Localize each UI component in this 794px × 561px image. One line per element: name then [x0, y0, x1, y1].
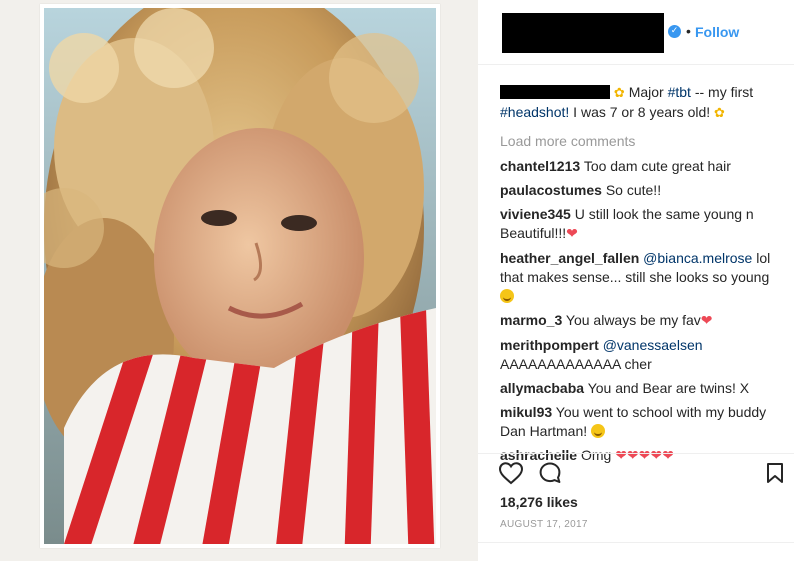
comment-username[interactable]: paulacostumes	[500, 182, 602, 198]
post-caption: ✿ Major #tbt -- my first #headshot! I wa…	[500, 83, 782, 123]
comment: merithpompert @vanessaelsen AAAAAAAAAAAA…	[500, 336, 782, 374]
separator-dot: •	[686, 23, 691, 39]
heart-icon: ❤	[650, 448, 663, 464]
comments-list: ✿ Major #tbt -- my first #headshot! I wa…	[500, 83, 782, 471]
comment: allymacbaba You and Bear are twins! X	[500, 379, 782, 398]
comment-bubble-icon[interactable]	[538, 461, 562, 485]
comment-username[interactable]: marmo_3	[500, 312, 562, 328]
comment-username[interactable]: merithpompert	[500, 337, 599, 353]
post-date: AUGUST 17, 2017	[500, 519, 588, 530]
smiley-emoji-icon	[591, 424, 606, 438]
header-divider	[478, 64, 794, 65]
comment-text: AAAAAAAAAAAAA cher	[500, 356, 652, 372]
comment: viviene345 U still look the same young n…	[500, 205, 782, 244]
post-photo[interactable]	[40, 4, 440, 548]
comment-username[interactable]: mikul93	[500, 404, 552, 420]
comment-text: You and Bear are twins! X	[587, 380, 750, 396]
load-more-comments-button[interactable]: Load more comments	[500, 132, 782, 151]
bookmark-icon[interactable]	[766, 462, 784, 484]
follow-button[interactable]: Follow	[695, 24, 739, 40]
likes-count[interactable]: 18,276 likes	[500, 494, 578, 510]
comment: chantel1213 Too dam cute great hair	[500, 157, 782, 176]
comment: heather_angel_fallen @bianca.melrose lol…	[500, 249, 782, 306]
comment: marmo_3 You always be my fav❤	[500, 311, 782, 331]
actions-divider	[478, 453, 794, 454]
heart-icon: ❤	[626, 448, 639, 464]
heart-icon: ❤	[700, 313, 713, 329]
headshot-photo	[44, 8, 436, 544]
smiley-emoji-icon	[500, 289, 514, 303]
verified-badge-icon: ✓	[668, 25, 681, 38]
redacted-username	[502, 13, 664, 53]
comment-username[interactable]: chantel1213	[500, 158, 580, 174]
post-sidebar: ✓ • Follow ✿ Major #tbt -- my first #hea…	[478, 0, 794, 561]
hashtag-headshot[interactable]: #headshot!	[500, 104, 569, 120]
caption-text: I was 7 or 8 years old!	[569, 104, 715, 120]
comment: mikul93 You went to school with my buddy…	[500, 403, 782, 441]
post-photo-panel	[0, 0, 478, 561]
comment-text: You always be my fav	[565, 312, 701, 328]
heart-icon: ❤	[638, 448, 651, 464]
comment-text: Too dam cute great hair	[583, 158, 731, 174]
comment-text: So cute!!	[605, 182, 662, 198]
comment-username[interactable]: viviene345	[500, 206, 571, 222]
sunflower-icon: ✿	[613, 86, 625, 101]
comment-text: Omg	[580, 447, 612, 463]
comment-username[interactable]: allymacbaba	[500, 380, 584, 396]
comment-mention[interactable]: @bianca.melrose	[643, 250, 752, 266]
caption-text: Major	[628, 84, 668, 100]
heart-icon: ❤	[615, 448, 627, 464]
like-heart-icon[interactable]	[498, 461, 524, 485]
redacted-caption-username	[500, 85, 610, 99]
comment-mention[interactable]: @vanessaelsen	[603, 337, 703, 353]
sunflower-icon: ✿	[714, 106, 725, 121]
hashtag-tbt[interactable]: #tbt	[668, 84, 691, 100]
heart-icon: ❤	[662, 448, 674, 464]
bottom-divider	[478, 542, 794, 543]
comment-username[interactable]: heather_angel_fallen	[500, 250, 639, 266]
caption-text: -- my first	[690, 84, 754, 100]
comment: paulacostumes So cute!!	[500, 181, 782, 200]
post-header: ✓ • Follow	[478, 0, 794, 64]
heart-icon: ❤	[566, 226, 578, 242]
